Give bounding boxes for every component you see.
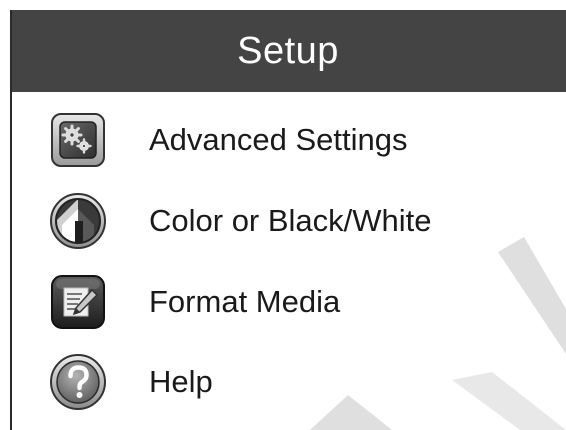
frame-left-border [10, 10, 12, 430]
frame-top [0, 0, 566, 10]
page-title: Setup [237, 29, 339, 72]
setup-screen: Setup Advanced Settings Color or Black/W… [0, 0, 566, 430]
help-icon [50, 354, 106, 410]
setup-menu: Advanced Settings Color or Black/White F… [12, 92, 566, 430]
menu-item-label: Advanced Settings [149, 122, 408, 157]
gears-icon [51, 113, 105, 167]
menu-item-color-mode[interactable]: Color or Black/White [12, 185, 566, 257]
menu-item-advanced-settings[interactable]: Advanced Settings [12, 104, 566, 176]
format-media-icon [51, 275, 105, 329]
menu-item-format-media[interactable]: Format Media [12, 266, 566, 338]
header-bar: Setup [10, 10, 566, 92]
menu-item-help[interactable]: Help [12, 346, 566, 418]
menu-item-label: Color or Black/White [149, 203, 432, 238]
menu-item-label: Help [149, 364, 213, 399]
color-mode-icon [50, 193, 106, 249]
menu-item-label: Format Media [149, 284, 341, 319]
